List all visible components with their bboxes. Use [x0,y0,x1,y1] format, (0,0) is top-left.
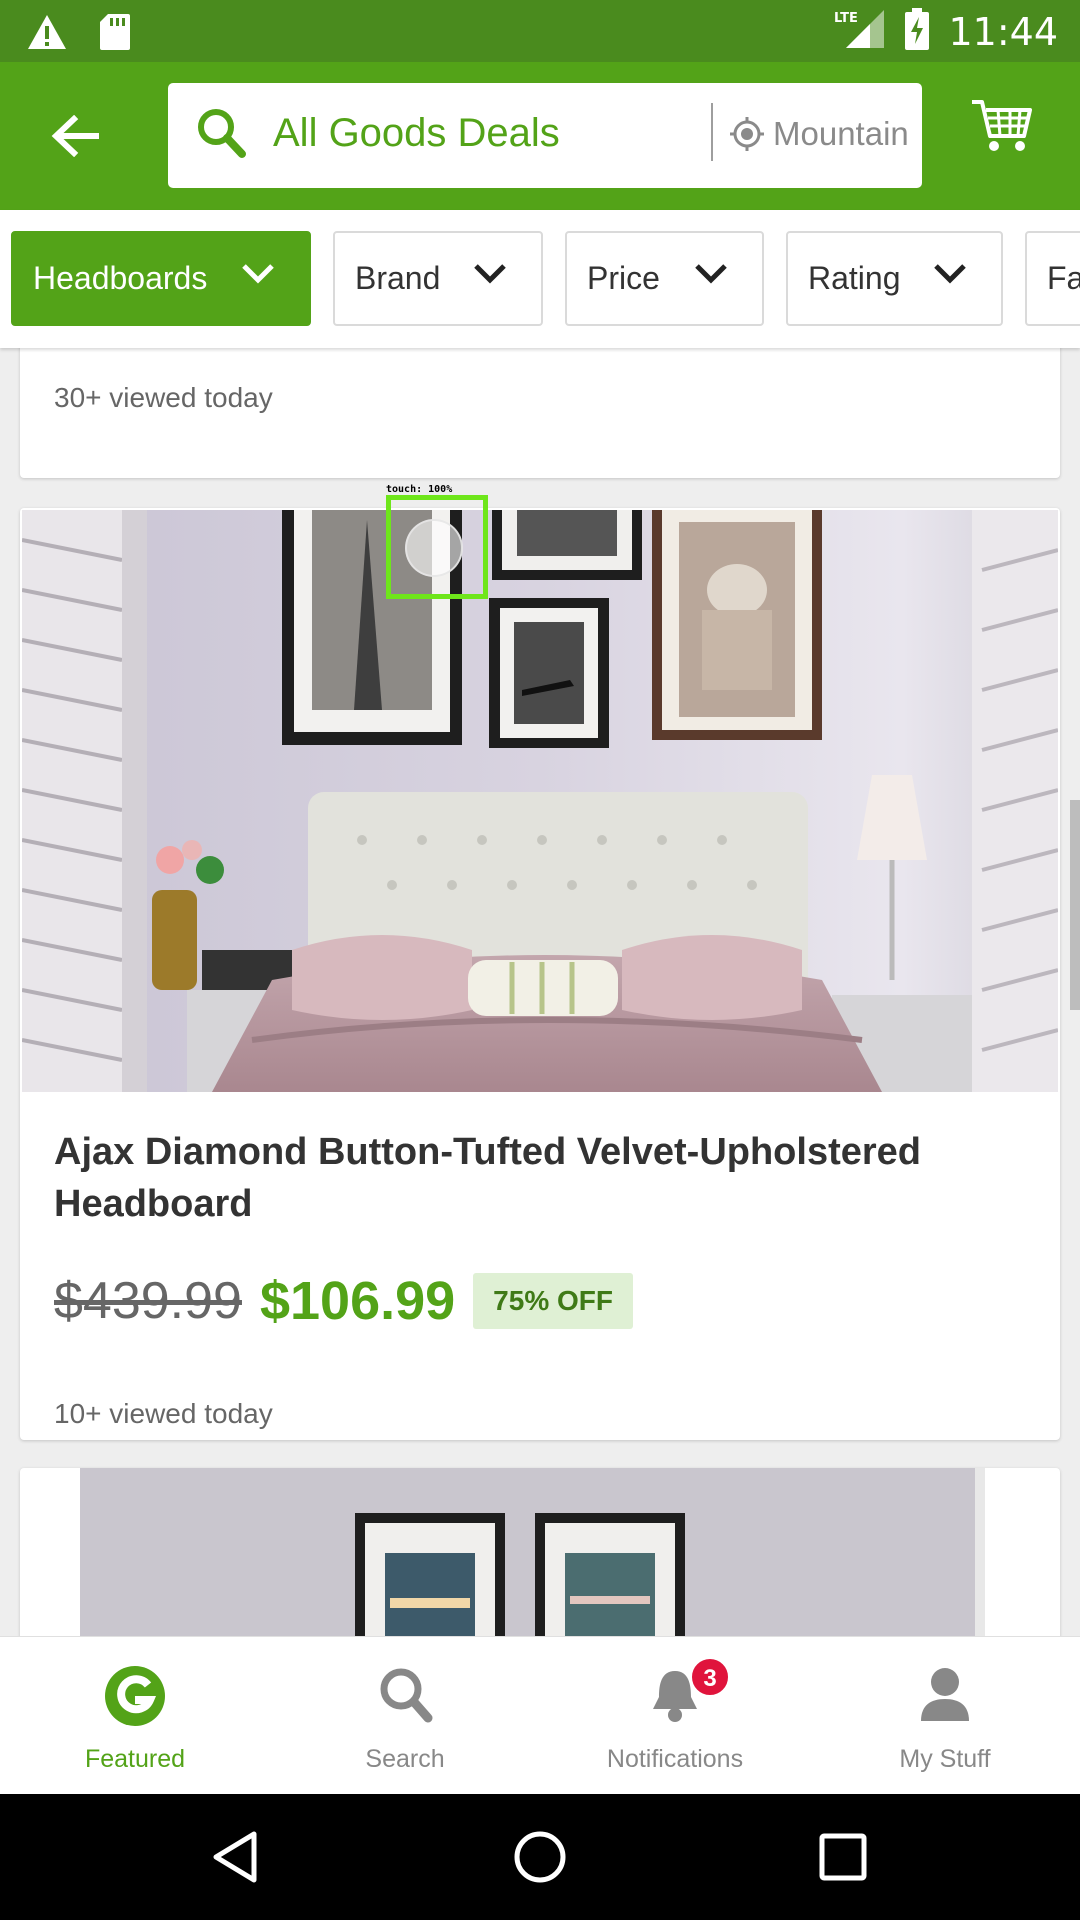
product-image[interactable] [22,510,1058,1092]
touch-point [405,519,463,577]
discount-badge: 75% OFF [473,1273,633,1329]
bottom-navigation: Featured Search 3 Notifications My Stuff [0,1636,1080,1794]
deal-card[interactable]: Ajax Diamond Button-Tufted Velvet-Uphols… [20,508,1060,1440]
svg-text:LTE: LTE [834,11,858,26]
back-button[interactable] [40,106,110,166]
chevron-down-icon [474,264,506,284]
filter-chip-price[interactable]: Price [565,231,764,326]
notification-badge: 3 [690,1657,730,1697]
system-back-button[interactable] [200,1822,270,1892]
scrollbar[interactable] [1070,800,1080,1010]
nav-label: My Stuff [899,1745,991,1773]
filter-chip-rating[interactable]: Rating [786,231,1003,326]
alert-icon [26,13,68,56]
signal-icon: LTE [834,8,886,55]
person-icon [917,1665,973,1730]
nav-featured[interactable]: Featured [0,1637,270,1795]
nav-label: Search [365,1745,445,1773]
product-image[interactable] [80,1468,975,1636]
search-bar[interactable]: All Goods Deals Mountain View [168,83,922,188]
filter-chip-label: Rating [808,260,901,296]
search-query[interactable]: All Goods Deals [273,111,560,156]
original-price: $439.99 [54,1272,242,1330]
filter-chip-brand[interactable]: Brand [333,231,543,326]
status-bar: LTE 11:44 [0,0,1080,62]
filter-chip-label: Brand [355,260,441,296]
touch-indicator-label: touch: 100% [386,484,453,495]
filter-chip-label: Headboards [33,260,208,296]
nav-search[interactable]: Search [270,1637,540,1795]
views-count: 10+ viewed today [54,1398,273,1429]
deal-price: $106.99 [259,1271,456,1331]
deals-list: 30+ viewed today Ajax Diamond Button-Tuf… [0,348,1080,1636]
back-arrow-icon [51,115,99,157]
deal-card[interactable] [20,1468,1060,1636]
battery-charging-icon [904,8,930,55]
cart-button[interactable] [970,98,1040,168]
system-recents-button[interactable] [808,1822,878,1892]
search-divider [711,103,713,161]
deal-card[interactable]: 30+ viewed today [20,348,1060,478]
system-home-button[interactable] [505,1822,575,1892]
product-title[interactable]: Ajax Diamond Button-Tufted Velvet-Uphols… [54,1126,1014,1230]
filter-chip-label: Fa [1047,260,1080,296]
headboard-photo [22,510,1058,1092]
filter-chip-label: Price [587,260,660,296]
search-icon [377,1665,433,1730]
nav-my-stuff[interactable]: My Stuff [810,1637,1080,1795]
artwork-photo [355,1513,685,1636]
nav-label: Featured [84,1745,186,1773]
status-time: 11:44 [948,9,1058,54]
triangle-back-icon [213,1831,257,1883]
chevron-down-icon [934,264,966,284]
filter-chip-more[interactable]: Fa [1025,231,1080,326]
location-text[interactable]: Mountain View [773,115,908,153]
cart-icon [972,100,1032,151]
system-navigation-bar [0,1794,1080,1920]
nav-label: Notifications [606,1745,744,1773]
chevron-down-icon [242,264,274,284]
filter-row: Headboards Brand Price Rating Fa [0,210,1080,348]
app-bar: All Goods Deals Mountain View [0,62,1080,210]
views-count: 30+ viewed today [54,382,273,413]
filter-chip-headboards[interactable]: Headboards [11,231,311,326]
location-icon[interactable] [728,115,766,158]
square-recents-icon [819,1833,867,1881]
circle-home-icon [514,1831,566,1883]
chevron-down-icon [695,264,727,284]
nav-notifications[interactable]: 3 Notifications [540,1637,810,1795]
search-icon [196,107,246,166]
price-row: $439.99 $106.99 75% OFF [54,1270,633,1332]
sd-card-icon [98,12,132,57]
groupon-g-icon [104,1665,166,1732]
